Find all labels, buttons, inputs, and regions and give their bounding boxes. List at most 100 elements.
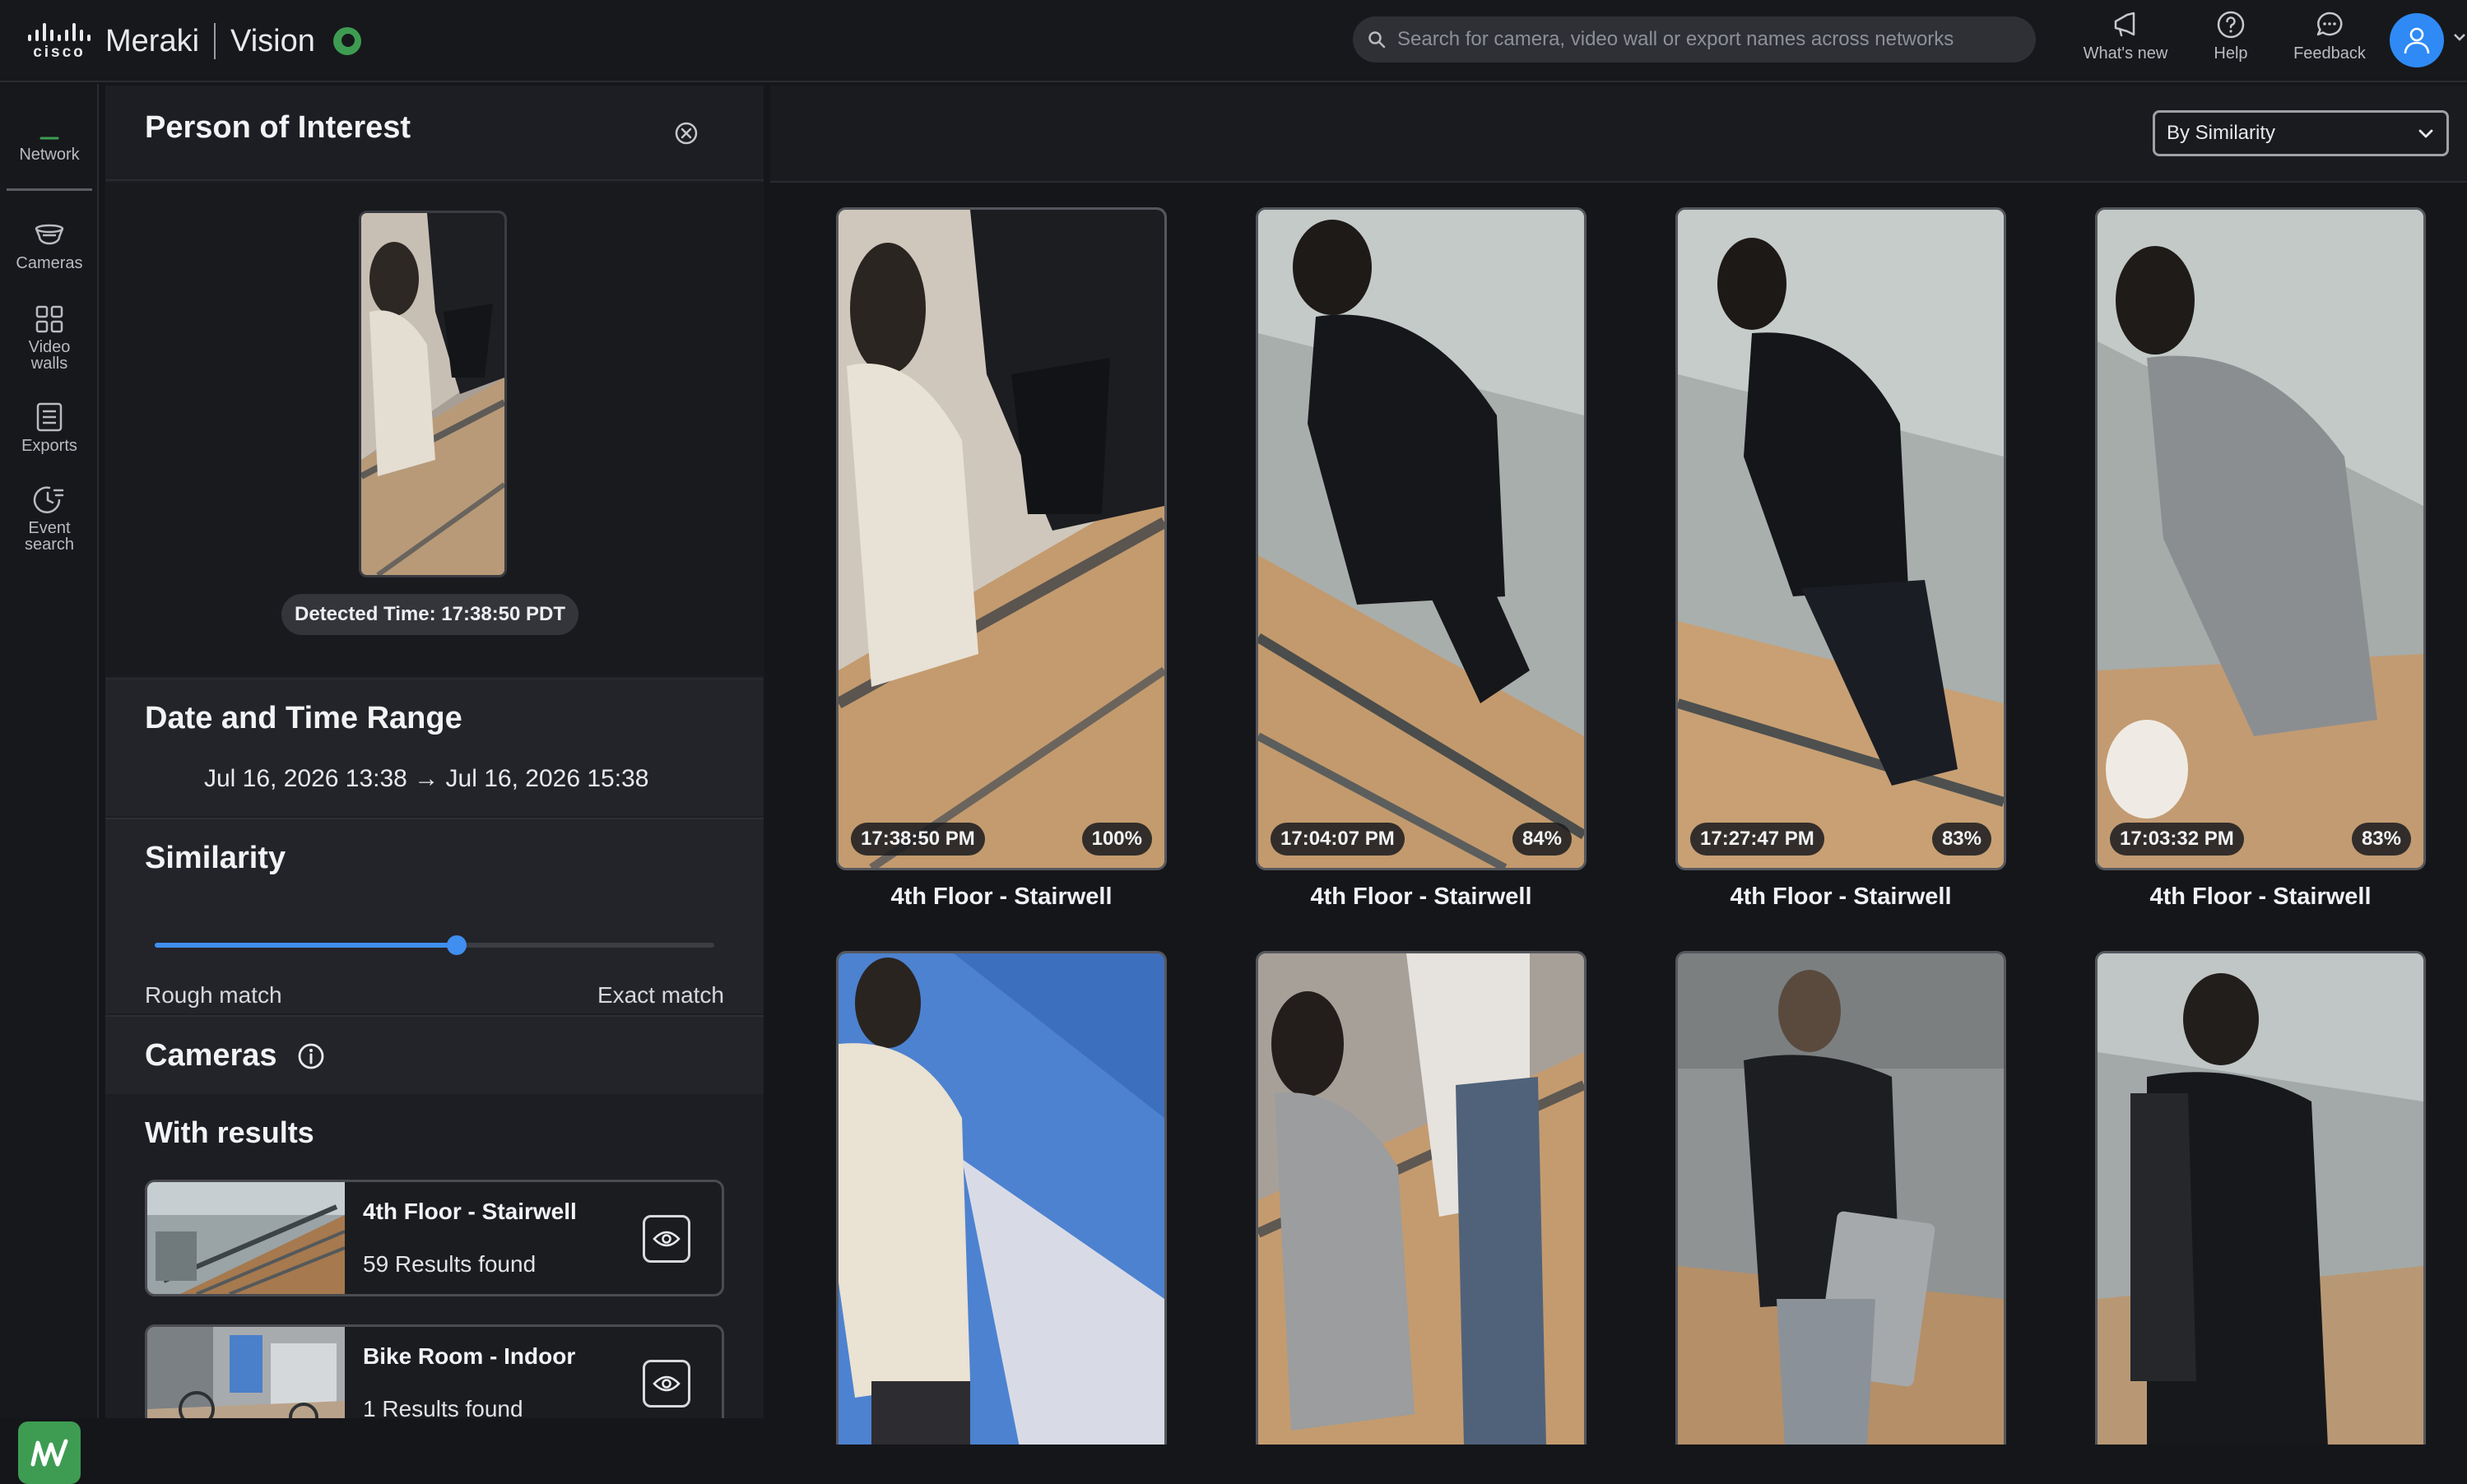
- nav-exports-label: Exports: [21, 437, 77, 455]
- result-time-badge: 17:27:47 PM: [1690, 823, 1824, 856]
- cisco-wordmark: cisco: [33, 43, 86, 61]
- chat-bubble-icon: [2315, 10, 2344, 39]
- whats-new-button[interactable]: What's new: [2072, 10, 2179, 72]
- vision-badge-icon: [332, 27, 361, 55]
- nav-video-walls[interactable]: Video walls: [0, 304, 99, 372]
- result-time-badge: 17:38:50 PM: [851, 823, 985, 856]
- similarity-score-badge: 100%: [1081, 823, 1152, 856]
- panel-header: Person of Interest: [105, 86, 764, 181]
- with-results-heading: With results: [145, 1115, 314, 1149]
- nav-cameras-label: Cameras: [16, 254, 83, 272]
- similarity-slider[interactable]: [155, 935, 714, 955]
- similarity-slider-fill: [155, 943, 458, 948]
- result-snapshot-image[interactable]: [2095, 207, 2426, 870]
- close-circle-icon: [674, 121, 699, 146]
- result-camera-name: 4th Floor - Stairwell: [890, 883, 1113, 910]
- sort-dropdown[interactable]: By Similarity: [2153, 110, 2449, 156]
- grid-icon: [35, 304, 64, 334]
- result-snapshot-image[interactable]: [1675, 951, 2006, 1445]
- result-snapshot-image[interactable]: [836, 207, 1167, 870]
- poi-snapshot-image: [359, 211, 507, 577]
- top-bar: cisco Meraki Vision What's new Help Feed…: [0, 0, 2467, 82]
- similarity-score-badge: 84%: [1512, 823, 1572, 856]
- result-time-badge: 17:03:32 PM: [2110, 823, 2244, 856]
- results-toolbar: By Similarity: [770, 86, 2467, 183]
- result-snapshot-image[interactable]: [836, 951, 1167, 1445]
- megaphone-icon: [2111, 10, 2140, 39]
- detected-time-badge: Detected Time: 17:38:50 PDT: [281, 594, 579, 635]
- result-time-badge: 17:04:07 PM: [1271, 823, 1405, 856]
- user-menu-caret-icon[interactable]: [2454, 33, 2465, 41]
- search-input[interactable]: [1396, 27, 2036, 52]
- panel-title: Person of Interest: [145, 110, 411, 145]
- nav-event-search-label: Event search: [24, 519, 75, 554]
- camera-result-card[interactable]: 4th Floor - Stairwell 59 Results found: [145, 1180, 724, 1296]
- feedback-button[interactable]: Feedback: [2276, 10, 2383, 72]
- similarity-slider-handle[interactable]: [447, 935, 467, 955]
- camera-name: 4th Floor - Stairwell: [363, 1199, 577, 1224]
- nav-exports[interactable]: Exports: [0, 401, 99, 454]
- camera-results-section: With results 4th Floor - Stairwell 59 Re…: [105, 1094, 764, 1418]
- result-camera-name: 4th Floor - Stairwell: [2149, 883, 2372, 910]
- brand-divider: [214, 23, 216, 59]
- date-range-value[interactable]: Jul 16, 2026 13:38 → Jul 16, 2026 15:38: [204, 765, 648, 793]
- close-panel-button[interactable]: [670, 117, 703, 150]
- date-time-range-title: Date and Time Range: [145, 701, 462, 735]
- nav-network[interactable]: Network: [0, 135, 99, 163]
- brand-vision: Vision: [230, 23, 315, 58]
- camera-result-card[interactable]: Bike Room - Indoor 1 Results found: [145, 1324, 724, 1418]
- exact-match-label: Exact match: [597, 982, 724, 1008]
- result-snapshot-image[interactable]: [2095, 951, 2426, 1445]
- info-icon[interactable]: [296, 1041, 326, 1071]
- cisco-logo: cisco: [28, 22, 91, 61]
- results-area: By Similarity 17:38:50 PM 100% 4th Floor…: [770, 86, 2467, 1445]
- camera-name: Bike Room - Indoor: [363, 1343, 576, 1369]
- network-dash-icon: [39, 135, 59, 141]
- eye-icon: [653, 1374, 681, 1394]
- sort-dropdown-value: By Similarity: [2167, 122, 2276, 144]
- person-of-interest-panel: Person of Interest Detected Time: 17:38:…: [105, 86, 764, 1418]
- similarity-section: Similarity Rough match Exact match: [105, 818, 764, 1013]
- app-switcher-logo[interactable]: [18, 1421, 81, 1484]
- help-icon: [2216, 10, 2246, 39]
- global-search[interactable]: [1353, 16, 2036, 63]
- list-document-icon: [35, 401, 63, 433]
- search-icon: [1368, 30, 1386, 49]
- clock-search-icon: [33, 484, 66, 515]
- camera-thumbnail-image: [147, 1327, 345, 1418]
- date-time-range-section[interactable]: Date and Time Range Jul 16, 2026 13:38 →…: [105, 678, 764, 816]
- view-camera-button[interactable]: [643, 1215, 690, 1263]
- help-button[interactable]: Help: [2177, 10, 2284, 72]
- result-camera-name: 4th Floor - Stairwell: [1310, 883, 1532, 910]
- feedback-label: Feedback: [2293, 44, 2366, 63]
- nav-network-label: Network: [19, 146, 80, 164]
- camera-result-count: 59 Results found: [363, 1251, 537, 1277]
- similarity-title: Similarity: [145, 841, 286, 875]
- left-nav: Network Cameras Video walls Exports Even…: [0, 84, 99, 1484]
- help-label: Help: [2214, 44, 2248, 63]
- eye-icon: [653, 1229, 681, 1249]
- user-icon: [2403, 26, 2431, 55]
- camera-thumbnail-image: [147, 1182, 345, 1294]
- result-camera-name: 4th Floor - Stairwell: [1730, 883, 1952, 910]
- rough-match-label: Rough match: [145, 982, 282, 1008]
- similarity-score-badge: 83%: [1931, 823, 1991, 856]
- view-camera-button[interactable]: [643, 1360, 690, 1407]
- nav-video-walls-label: Video walls: [28, 338, 71, 373]
- nav-event-search[interactable]: Event search: [0, 484, 99, 553]
- brand-logo[interactable]: cisco Meraki Vision: [28, 18, 361, 64]
- result-snapshot-image[interactable]: [1256, 951, 1587, 1445]
- chevron-down-icon: [2417, 124, 2435, 142]
- camera-icon: [33, 222, 66, 250]
- whats-new-label: What's new: [2083, 44, 2168, 63]
- poi-preview: Detected Time: 17:38:50 PDT: [105, 183, 764, 676]
- nav-active-indicator: [7, 188, 92, 191]
- brand-meraki: Meraki: [105, 23, 200, 58]
- camera-result-count: 1 Results found: [363, 1396, 523, 1418]
- nav-cameras[interactable]: Cameras: [0, 222, 99, 271]
- result-snapshot-image[interactable]: [1256, 207, 1587, 870]
- similarity-score-badge: 83%: [2351, 823, 2411, 856]
- result-snapshot-image[interactable]: [1675, 207, 2006, 870]
- user-avatar[interactable]: [2390, 13, 2444, 67]
- cameras-title: Cameras: [145, 1038, 277, 1073]
